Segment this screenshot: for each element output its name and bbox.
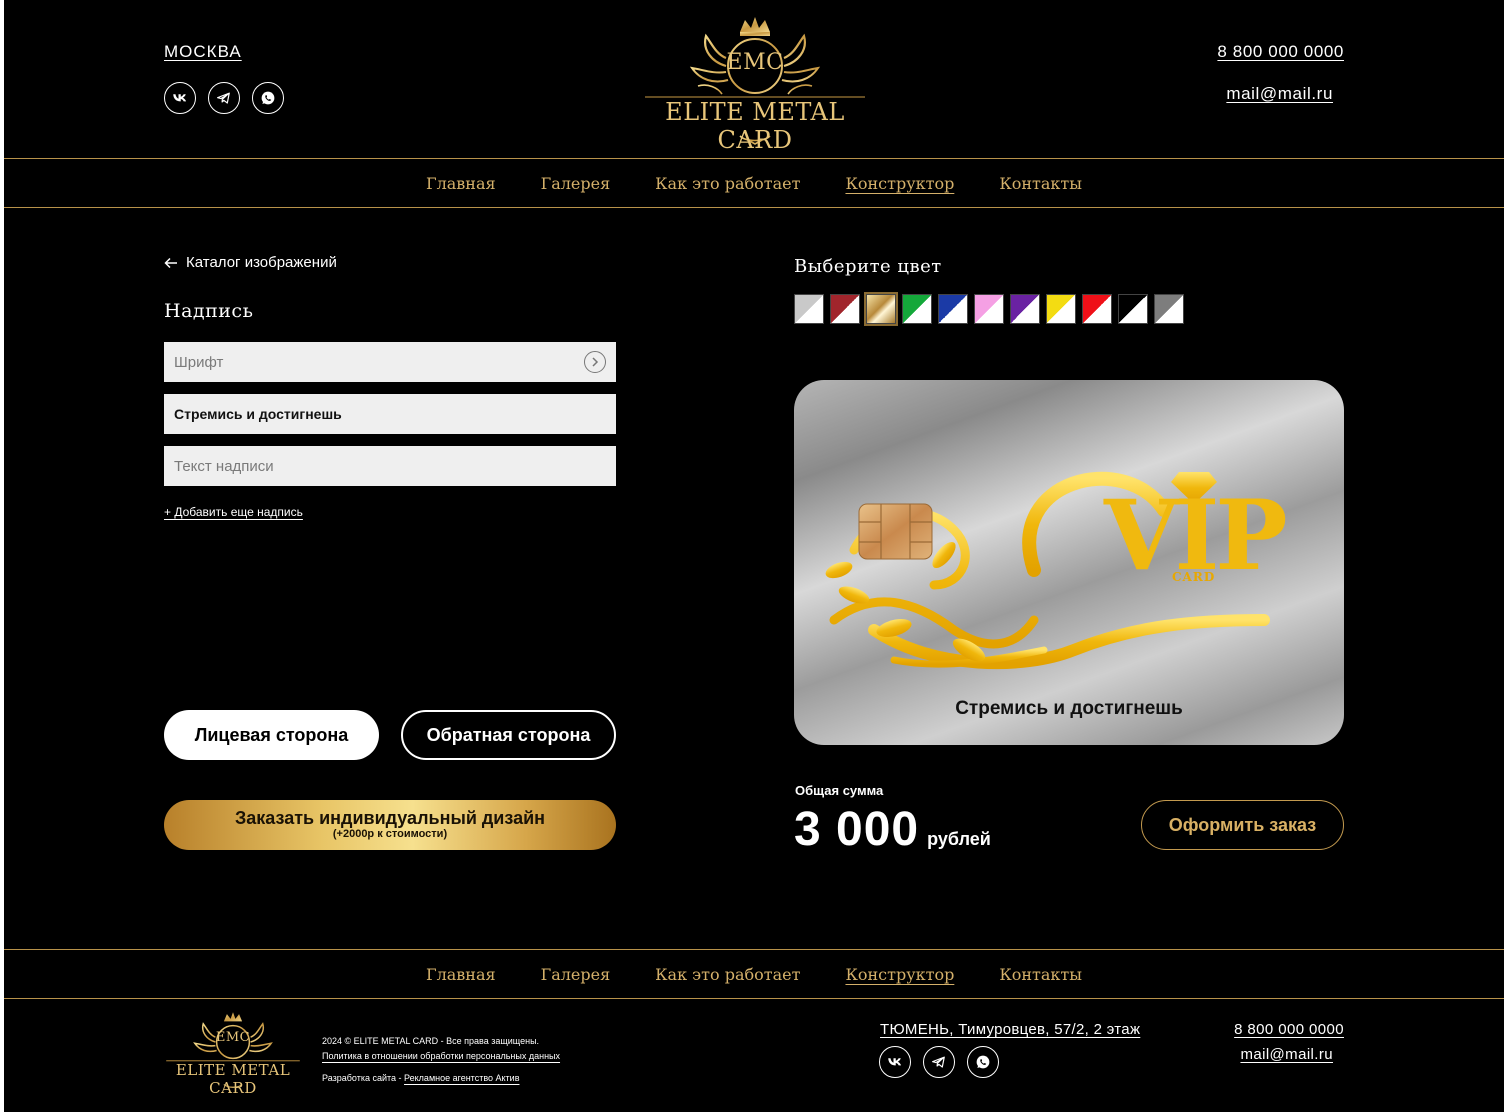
vk-icon[interactable] — [164, 82, 196, 114]
text-input[interactable]: Текст надписи — [164, 446, 616, 486]
color-swatch-yellow[interactable] — [1046, 294, 1076, 324]
top-nav: Главная Галерея Как это работает Констру… — [4, 158, 1504, 208]
add-inscription-link[interactable]: + Добавить еще надпись — [164, 505, 303, 519]
footer-developer: Разработка сайта - Рекламное агентство А… — [322, 1073, 519, 1083]
nav-item-contacts[interactable]: Контакты — [999, 174, 1082, 193]
footer-dev-prefix: Разработка сайта - — [322, 1073, 405, 1083]
front-side-button[interactable]: Лицевая сторона — [164, 710, 379, 760]
color-swatch-green[interactable] — [902, 294, 932, 324]
header-email[interactable]: mail@mail.ru — [1226, 84, 1333, 104]
color-swatch-red[interactable] — [830, 294, 860, 324]
telegram-icon[interactable] — [208, 82, 240, 114]
back-label: Каталог изображений — [186, 254, 337, 271]
color-swatch-gray[interactable] — [1154, 294, 1184, 324]
total-label: Общая сумма — [795, 783, 884, 798]
logo-monogram: EMC — [726, 50, 784, 75]
chevron-right-icon — [584, 351, 606, 373]
site-logo[interactable]: EMC ELITE METAL CARD — [640, 10, 870, 154]
back-to-catalog-link[interactable]: Каталог изображений — [164, 254, 337, 271]
header-phone[interactable]: 8 800 000 0000 — [1217, 42, 1344, 62]
footer-nav-item-gallery[interactable]: Галерея — [541, 965, 611, 984]
footer-logo-monogram: EMC — [215, 1030, 251, 1045]
color-swatch-blue[interactable] — [938, 294, 968, 324]
footer-logo[interactable]: EMC ELITE METAL CARD — [162, 1008, 304, 1097]
color-swatch-pink[interactable] — [974, 294, 1004, 324]
color-swatch-bright-red[interactable] — [1082, 294, 1112, 324]
total-value: 3 000 — [794, 803, 920, 856]
color-picker-title: Выберите цвет — [794, 256, 942, 277]
color-swatch-purple[interactable] — [1010, 294, 1040, 324]
logo-text: ELITE METAL CARD — [665, 98, 845, 154]
footer-email[interactable]: mail@mail.ru — [1240, 1046, 1333, 1063]
color-swatch-black[interactable] — [1118, 294, 1148, 324]
color-swatch-gold[interactable] — [864, 292, 898, 326]
nav-item-constructor[interactable]: Конструктор — [845, 174, 954, 193]
inscription-value: Стремись и достигнешь — [174, 406, 342, 422]
custom-design-note: (+2000р к стоимости) — [332, 828, 448, 840]
footer-nav-item-constructor[interactable]: Конструктор — [845, 965, 954, 984]
footer-dev-link[interactable]: Рекламное агентство Актив — [404, 1073, 519, 1083]
footer-nav: Главная Галерея Как это работает Констру… — [4, 949, 1504, 999]
footer-nav-item-contacts[interactable]: Контакты — [999, 965, 1082, 984]
footer-nav-item-main[interactable]: Главная — [426, 965, 496, 984]
header-social — [164, 82, 284, 114]
footer-vk-icon[interactable] — [879, 1046, 911, 1078]
footer-policy-link[interactable]: Политика в отношении обработки персональ… — [322, 1049, 560, 1064]
footer-social — [879, 1046, 999, 1078]
footer-legal: 2024 © ELITE METAL CARD - Все права защи… — [322, 1034, 560, 1064]
footer-logo-text: ELITE METAL CARD — [175, 1061, 291, 1097]
custom-design-label: Заказать индивидуальный дизайн — [234, 808, 546, 828]
total-currency: рублей — [927, 829, 991, 849]
card-logo-sub: CARD — [1172, 570, 1216, 584]
color-swatch-silver[interactable] — [794, 294, 824, 324]
city-link[interactable]: МОСКВА — [164, 42, 242, 62]
footer-address[interactable]: ТЮМЕНЬ, Тимуровцев, 57/2, 2 этаж — [880, 1021, 1140, 1038]
custom-design-button[interactable]: Заказать индивидуальный дизайн (+2000р к… — [164, 800, 616, 850]
whatsapp-icon[interactable] — [252, 82, 284, 114]
footer-copyright: 2024 © ELITE METAL CARD - Все права защи… — [322, 1036, 540, 1046]
footer-phone[interactable]: 8 800 000 0000 — [1234, 1021, 1344, 1038]
card-inscription: Стремись и достигнешь — [955, 698, 1183, 719]
nav-item-how-it-works[interactable]: Как это работает — [655, 174, 800, 193]
text-input-placeholder: Текст надписи — [174, 457, 274, 475]
checkout-button[interactable]: Оформить заказ — [1141, 800, 1344, 850]
font-select[interactable]: Шрифт — [164, 342, 616, 382]
footer-whatsapp-icon[interactable] — [967, 1046, 999, 1078]
inscription-input[interactable]: Стремись и достигнешь — [164, 394, 616, 434]
footer-telegram-icon[interactable] — [923, 1046, 955, 1078]
section-title: Надпись — [164, 300, 254, 322]
font-select-placeholder: Шрифт — [174, 353, 224, 371]
total-row: 3 000 рублей — [794, 802, 991, 857]
nav-item-main[interactable]: Главная — [426, 174, 496, 193]
color-swatches — [794, 292, 1184, 326]
card-preview: VIP CARD Стремись и достигнешь — [794, 380, 1344, 745]
nav-item-gallery[interactable]: Галерея — [541, 174, 611, 193]
back-side-button[interactable]: Обратная сторона — [401, 710, 616, 760]
footer-nav-item-how-it-works[interactable]: Как это работает — [655, 965, 800, 984]
page: МОСКВА EMC ELITE METAL CARD 8 800 000 00… — [4, 0, 1504, 1112]
arrow-left-icon — [164, 257, 177, 268]
